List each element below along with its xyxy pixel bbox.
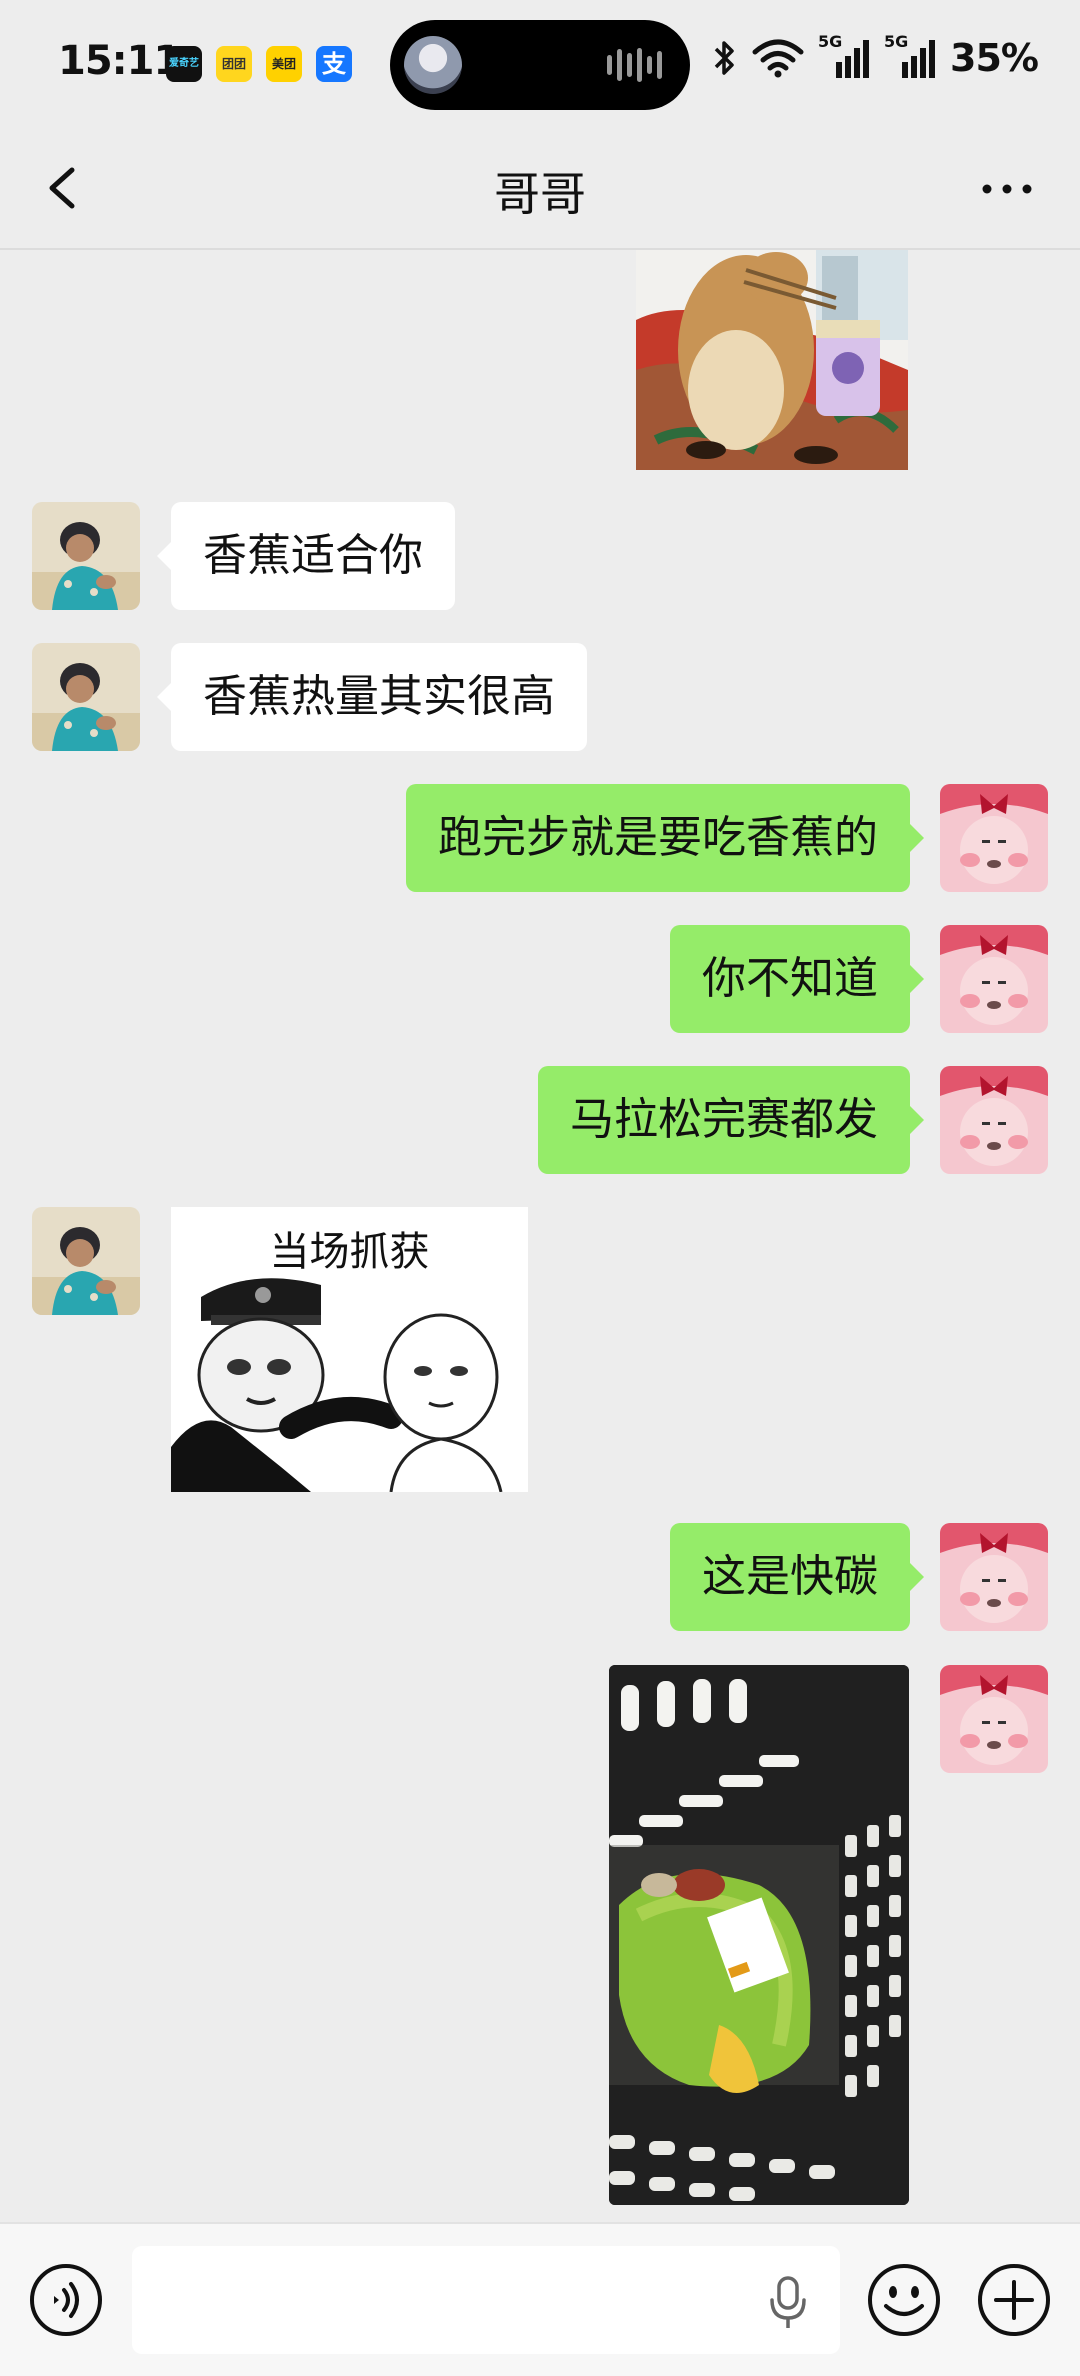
add-attachment-icon[interactable]: [976, 2262, 1052, 2338]
status-bar: 15:11 爱奇艺 团团 美团 支 5G 5G 35%: [0, 0, 1080, 128]
signal-icon-1: 5G: [818, 32, 870, 80]
message-bubble-outgoing[interactable]: 跑完步就是要吃香蕉的: [406, 784, 924, 892]
tuantuan-app-icon: 团团: [216, 46, 252, 82]
status-time: 15:11: [58, 38, 181, 84]
my-avatar[interactable]: [940, 1523, 1048, 1631]
cat-eating-noodles-sticker[interactable]: [636, 250, 908, 470]
my-avatar[interactable]: [940, 1066, 1048, 1174]
message-bubble-incoming[interactable]: 香蕉热量其实很高: [157, 643, 587, 751]
chat-header: 哥哥: [0, 128, 1080, 250]
message-bubble-incoming[interactable]: 香蕉适合你: [157, 502, 455, 610]
more-options-icon[interactable]: [972, 166, 1042, 212]
my-avatar[interactable]: [940, 925, 1048, 1033]
signal-icon-2: 5G: [884, 32, 936, 80]
alipay-app-icon: 支: [316, 46, 352, 82]
meituan-app-icon: 美团: [266, 46, 302, 82]
my-avatar[interactable]: [940, 784, 1048, 892]
audio-wave-icon: [607, 48, 662, 82]
battery-level: 35%: [950, 36, 1039, 80]
music-avatar-icon: [404, 36, 462, 94]
contact-avatar[interactable]: [32, 1207, 140, 1315]
my-avatar[interactable]: [940, 1665, 1048, 1773]
bluetooth-icon: [714, 41, 734, 75]
microphone-icon[interactable]: [766, 2274, 810, 2330]
message-list[interactable]: 香蕉适合你 香蕉热量其实很高 跑完步就是要吃香蕉的 你不知道 马拉松完赛都发 当…: [0, 250, 1080, 2222]
contact-avatar[interactable]: [32, 502, 140, 610]
input-bar: [0, 2222, 1080, 2376]
message-bubble-outgoing[interactable]: 这是快碳: [670, 1523, 924, 1631]
message-bubble-outgoing[interactable]: 马拉松完赛都发: [538, 1066, 924, 1174]
wifi-icon: [752, 39, 804, 78]
status-app-icons: 爱奇艺 团团 美团 支: [166, 46, 352, 82]
message-bubble-outgoing[interactable]: 你不知道: [670, 925, 924, 1033]
status-indicators: 5G 5G 35%: [712, 32, 1039, 80]
chat-title: 哥哥: [494, 167, 586, 221]
contact-avatar[interactable]: [32, 643, 140, 751]
dynamic-island[interactable]: [390, 20, 690, 110]
message-input[interactable]: [132, 2246, 840, 2354]
iqiyi-app-icon: 爱奇艺: [166, 46, 202, 82]
emoji-icon[interactable]: [866, 2262, 942, 2338]
basket-photo[interactable]: [609, 1665, 909, 2205]
panda-meme-sticker[interactable]: 当场抓获: [171, 1207, 528, 1492]
voice-mode-icon[interactable]: [28, 2262, 104, 2338]
